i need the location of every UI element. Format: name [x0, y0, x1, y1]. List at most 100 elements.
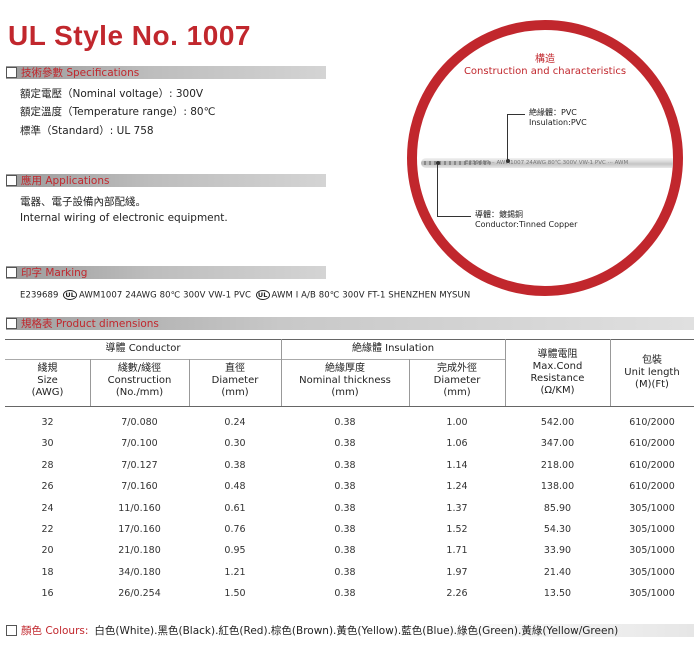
cell-construction: 7/0.127: [121, 459, 158, 471]
cell-diameter: 1.50: [224, 588, 246, 600]
header-nominal-thickness: 絶緣厚度 Nominal thickness (mm): [299, 363, 391, 398]
insulation-callout-line: [507, 114, 525, 115]
cell-finished-diameter: 1.06: [446, 438, 468, 450]
table-row: 26 7/0.160 0.48 0.38 1.24 138.00 610/2000: [5, 476, 694, 497]
section-dimensions-bar: 規格表 Product dimensions: [6, 317, 694, 330]
table-row: 16 26/0.254 1.50 0.38 2.26 13.50 305/1000: [5, 583, 694, 604]
cell-construction: 21/0.180: [118, 545, 161, 557]
insulation-callout-line: [507, 114, 508, 160]
marking-awm-ab: AWM I A/B 80℃ 300V FT-1 SHENZHEN MYSUN: [271, 290, 471, 301]
cell-diameter: 0.24: [224, 417, 246, 428]
cell-finished-diameter: 1.24: [446, 481, 468, 493]
cell-unit-length: 305/1000: [629, 566, 675, 578]
cell-diameter: 0.61: [224, 502, 246, 514]
cell-unit-length: 305/1000: [629, 524, 675, 535]
cell-diameter: 0.76: [224, 524, 246, 535]
header-group-insulation: 絶緣體 Insulation: [351, 343, 435, 354]
cell-unit-length: 610/2000: [629, 417, 675, 428]
header-resistance: 導體電阻 Max.Cond Resistance (Ω/KM): [530, 349, 585, 396]
cell-resistance: 54.30: [543, 524, 572, 535]
ul-logo-icon: UL: [255, 290, 270, 300]
cell-unit-length: 305/1000: [629, 545, 675, 557]
cell-thickness: 0.38: [334, 502, 356, 514]
cell-size: 24: [41, 502, 54, 514]
section-marking-heading: 印字 Marking: [21, 267, 88, 279]
conductor-callout-line: [437, 164, 438, 216]
cell-unit-length: 305/1000: [629, 588, 675, 600]
cell-resistance: 347.00: [540, 438, 575, 450]
section-specifications-bar: 技術參數 Specifications: [6, 66, 326, 79]
cell-resistance: 138.00: [540, 481, 575, 493]
header-finished-diameter: 完成外徑 Diameter (mm): [433, 363, 481, 398]
cell-diameter: 0.30: [224, 438, 246, 450]
cell-construction: 7/0.080: [121, 417, 158, 428]
cell-construction: 26/0.254: [118, 588, 161, 600]
header-unit-length: 包裝 Unit length (M)(Ft): [624, 355, 680, 390]
table-row: 32 7/0.080 0.24 0.38 1.00 542.00 610/2000: [5, 412, 694, 433]
cell-size: 26: [41, 481, 54, 493]
page-title: UL Style No. 1007: [8, 20, 251, 51]
checkbox-icon: [6, 625, 17, 636]
cell-construction: 11/0.160: [118, 502, 161, 514]
dimensions-table: 導體 Conductor 絶緣體 Insulation 綫規 Size (AWG…: [5, 339, 694, 609]
cable-print-text: E239689 ·· AWM1007 24AWG 80℃ 300V VW-1 P…: [465, 160, 629, 166]
cell-unit-length: 305/1000: [629, 502, 675, 514]
cell-diameter: 0.95: [224, 545, 246, 557]
cell-finished-diameter: 2.26: [446, 588, 468, 600]
table-row: 28 7/0.127 0.38 0.38 1.14 218.00 610/2000: [5, 455, 694, 476]
cell-resistance: 21.40: [543, 566, 572, 578]
checkbox-icon: [6, 267, 17, 278]
section-applications-heading: 應用 Applications: [21, 175, 110, 187]
marking-text: E239689 UL AWM1007 24AWG 80℃ 300V VW-1 PV…: [20, 290, 470, 301]
construction-diagram: 構造 Construction and characteristics E239…: [407, 20, 683, 296]
section-dimensions-heading: 規格表 Product dimensions: [21, 318, 159, 330]
conductor-callout-line: [437, 216, 471, 217]
section-specifications-heading: 技術參數 Specifications: [21, 67, 140, 79]
header-conductor-diameter: 直徑 Diameter (mm): [211, 363, 259, 398]
cell-construction: 17/0.160: [118, 524, 161, 535]
cell-finished-diameter: 1.14: [446, 459, 468, 471]
section-marking-bar: 印字 Marking: [6, 266, 326, 279]
cell-unit-length: 610/2000: [629, 438, 675, 450]
ul-logo-icon: UL: [63, 290, 77, 300]
spec-temperature: 額定溫度（Temperature range）: 80℃: [20, 106, 216, 118]
checkbox-icon: [6, 318, 17, 329]
insulation-label-cn: 絶緣體：PVC: [529, 108, 577, 117]
cell-thickness: 0.38: [334, 524, 356, 535]
conductor-label-en: Conductor:Tinned Copper: [475, 220, 578, 229]
construction-title-en: Construction and characteristics: [463, 66, 627, 77]
cell-finished-diameter: 1.52: [446, 524, 468, 535]
marking-awm1007: AWM1007 24AWG 80℃ 300V VW-1 PVC: [78, 290, 252, 301]
cell-thickness: 0.38: [334, 417, 356, 428]
table-row: 20 21/0.180 0.95 0.38 1.71 33.90 305/1000: [5, 540, 694, 561]
application-line-en: Internal wiring of electronic equipment.: [20, 212, 228, 224]
header-construction: 綫數/綫徑 Construction (No./mm): [107, 363, 172, 398]
colours-label: 顏色 Colours:: [21, 625, 89, 637]
cell-finished-diameter: 1.00: [446, 417, 468, 428]
cell-unit-length: 610/2000: [629, 481, 675, 493]
cell-size: 22: [41, 524, 54, 535]
cell-construction: 34/0.180: [118, 566, 161, 578]
cell-resistance: 542.00: [540, 417, 575, 428]
cell-size: 18: [41, 566, 54, 578]
cell-size: 30: [41, 438, 54, 450]
insulation-label-en: Insulation:PVC: [529, 118, 587, 127]
cell-resistance: 13.50: [543, 588, 572, 600]
cell-size: 28: [41, 459, 54, 471]
table-top-rule: [5, 339, 694, 340]
cell-diameter: 0.48: [224, 481, 246, 493]
cell-finished-diameter: 1.97: [446, 566, 468, 578]
cell-thickness: 0.38: [334, 545, 356, 557]
colours-value: 白色(White).黑色(Black).紅色(Red).棕色(Brown).黃色…: [94, 625, 619, 637]
table-group-rule: [5, 359, 505, 360]
table-row: 30 7/0.100 0.30 0.38 1.06 347.00 610/2000: [5, 433, 694, 454]
colours-bar: 顏色 Colours: 白色(White).黑色(Black).紅色(Red).…: [6, 624, 694, 637]
cell-construction: 7/0.160: [121, 481, 158, 493]
cell-finished-diameter: 1.37: [446, 502, 468, 514]
table-row: 18 34/0.180 1.21 0.38 1.97 21.40 305/1000: [5, 562, 694, 583]
table-header-rule: [5, 406, 694, 407]
cell-resistance: 85.90: [543, 502, 572, 514]
table-row: 24 11/0.160 0.61 0.38 1.37 85.90 305/1000: [5, 498, 694, 519]
table-row: 22 17/0.160 0.76 0.38 1.52 54.30 305/1000: [5, 519, 694, 540]
marking-file-number: E239689: [20, 290, 59, 301]
